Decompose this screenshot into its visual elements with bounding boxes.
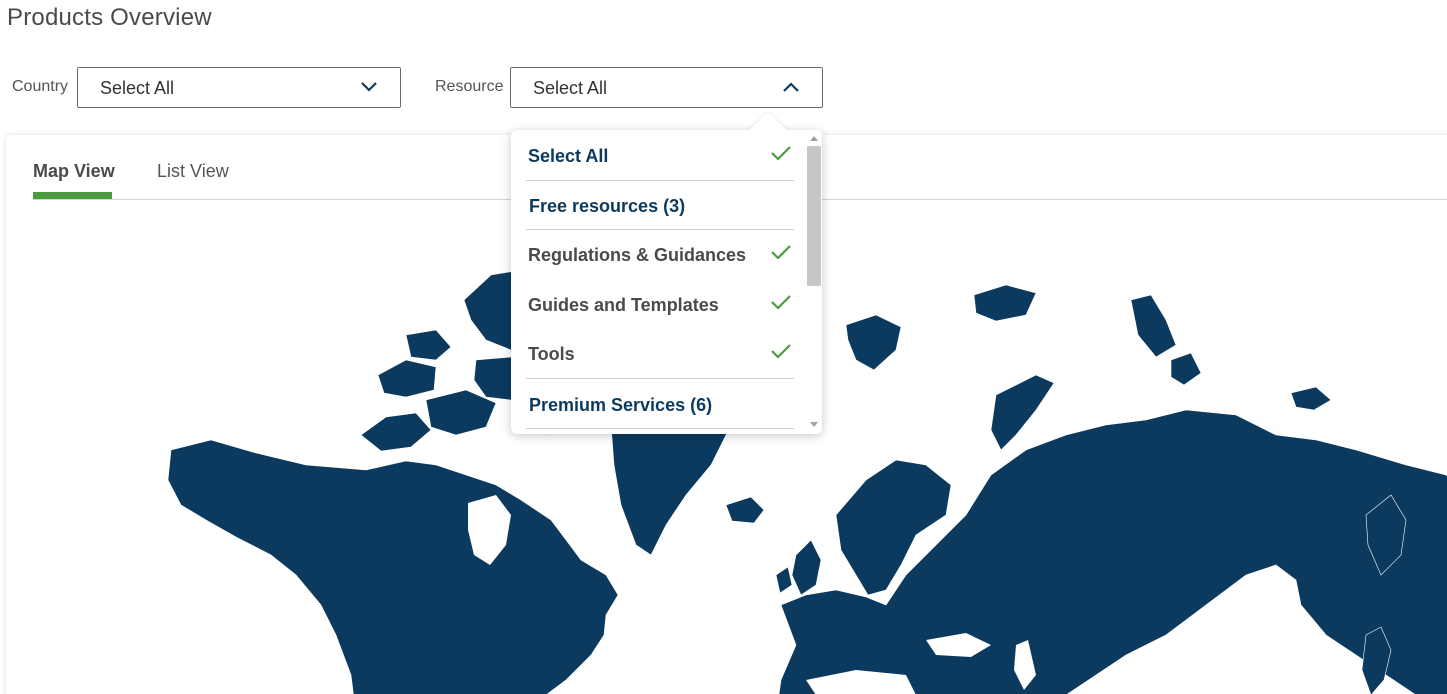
map-region-svalbard xyxy=(845,314,902,371)
check-icon xyxy=(771,245,791,260)
option-regulations-guidances[interactable]: Regulations & Guidances xyxy=(528,245,794,266)
option-premium-services[interactable]: Premium Services (6) xyxy=(529,395,795,416)
option-label: Premium Services (6) xyxy=(529,395,713,415)
option-divider xyxy=(526,180,794,181)
map-region-british-isles xyxy=(791,539,822,596)
resource-select[interactable]: Select All xyxy=(510,67,823,108)
option-divider xyxy=(526,229,794,230)
scroll-down-arrow-icon[interactable] xyxy=(810,422,818,427)
option-tools[interactable]: Tools xyxy=(528,344,794,365)
option-free-resources[interactable]: Free resources (3) xyxy=(529,196,795,217)
scroll-up-arrow-icon[interactable] xyxy=(810,136,818,141)
option-guides-templates[interactable]: Guides and Templates xyxy=(528,295,794,316)
chevron-down-icon xyxy=(361,82,377,92)
map-region-north-america xyxy=(167,439,619,694)
dropdown-scrollbar[interactable] xyxy=(806,130,822,434)
option-label: Regulations & Guidances xyxy=(528,245,747,265)
map-region-arctic-islands xyxy=(360,412,432,452)
option-label: Free resources (3) xyxy=(529,196,686,216)
option-label: Tools xyxy=(528,344,575,364)
check-icon xyxy=(771,344,791,359)
chevron-up-icon[interactable] xyxy=(782,80,800,94)
check-icon xyxy=(771,295,791,310)
map-region-iceland xyxy=(725,496,765,524)
resource-dropdown: Select All Free resources (3) Regulation… xyxy=(511,130,822,434)
option-label: Guides and Templates xyxy=(528,295,719,315)
resource-filter-label: Resource xyxy=(435,78,504,95)
page-title: Products Overview xyxy=(7,4,212,31)
dropdown-caret xyxy=(748,112,788,131)
option-label: Select All xyxy=(528,146,609,166)
option-select-all[interactable]: Select All xyxy=(528,146,794,167)
resource-select-value: Select All xyxy=(533,78,608,98)
country-select[interactable]: Select All xyxy=(77,67,401,108)
option-divider xyxy=(526,378,794,379)
option-divider xyxy=(526,428,794,429)
scrollbar-thumb[interactable] xyxy=(807,146,821,286)
country-select-value: Select All xyxy=(100,78,175,98)
check-icon xyxy=(771,146,791,161)
country-filter-label: Country xyxy=(12,78,69,95)
